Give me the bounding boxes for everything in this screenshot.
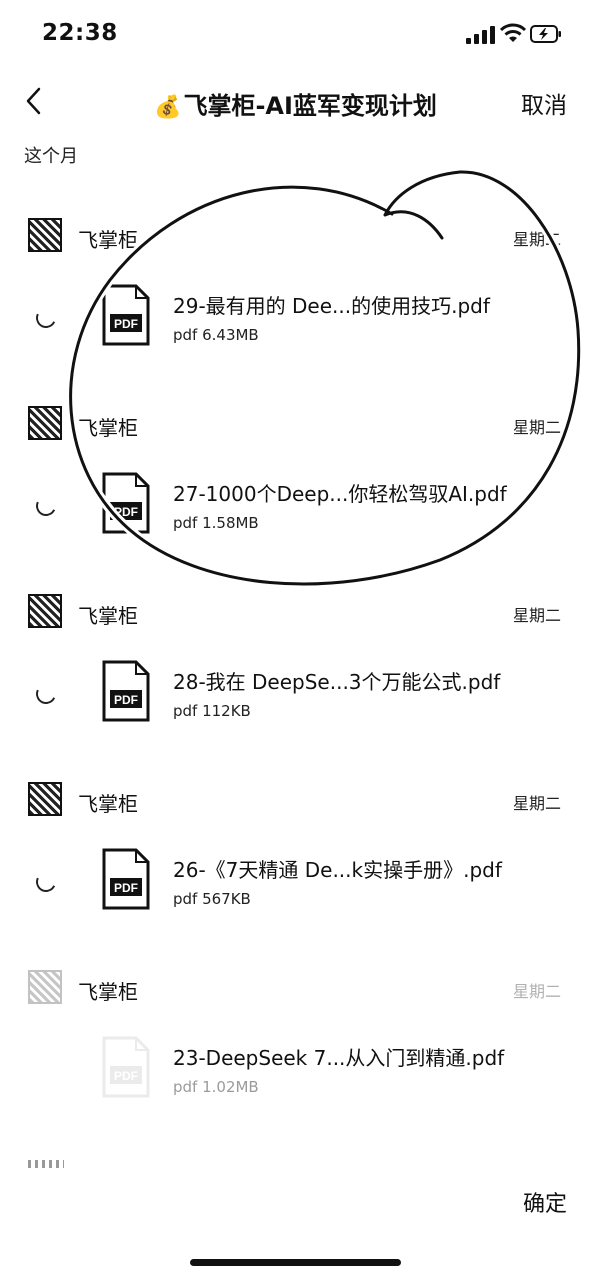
- file-name[interactable]: 29-最有用的 Dee...的使用技巧.pdf: [173, 290, 490, 319]
- section-label-this-month: 这个月: [24, 146, 78, 167]
- sender-avatar[interactable]: [28, 406, 62, 440]
- sender-name: 飞掌柜: [78, 792, 138, 816]
- wifi-icon: [500, 23, 526, 42]
- sender-avatar[interactable]: [28, 594, 62, 628]
- svg-text:PDF: PDF: [114, 317, 138, 331]
- sender-avatar[interactable]: [28, 782, 62, 816]
- confirm-button[interactable]: 确定: [523, 1186, 567, 1218]
- pdf-file-icon[interactable]: PDF: [102, 848, 150, 910]
- svg-text:PDF: PDF: [114, 881, 138, 895]
- file-message[interactable]: 飞掌柜 星期二 PDF 26-《7天精通 De...k实操手册》.pdf pdf…: [0, 782, 591, 970]
- file-message[interactable]: 飞掌柜 星期二 PDF 28-我在 DeepSe...3个万能公式.pdf pd…: [0, 594, 591, 782]
- file-name[interactable]: 23-DeepSeek 7...从入门到精通.pdf: [173, 1042, 504, 1071]
- file-message[interactable]: 飞掌柜 星期二 PDF 27-1000个Deep...你轻松驾驭AI.pdf p…: [0, 406, 591, 594]
- cancel-button[interactable]: 取消: [521, 86, 567, 120]
- pdf-file-icon[interactable]: PDF: [102, 284, 150, 346]
- file-name[interactable]: 26-《7天精通 De...k实操手册》.pdf: [173, 854, 502, 883]
- loading-spinner-icon: [33, 493, 59, 519]
- file-size: pdf 6.43MB: [173, 326, 259, 344]
- file-size: pdf 1.02MB: [173, 1078, 259, 1096]
- status-time: 22:38: [42, 20, 118, 46]
- pdf-file-icon[interactable]: PDF: [102, 660, 150, 722]
- home-indicator[interactable]: [190, 1259, 401, 1266]
- file-message[interactable]: 飞掌柜 星期二 PDF 29-最有用的 Dee...的使用技巧.pdf pdf …: [0, 218, 591, 406]
- file-name[interactable]: 28-我在 DeepSe...3个万能公式.pdf: [173, 666, 500, 695]
- sender-avatar[interactable]: [28, 970, 62, 1004]
- message-day: 星期二: [512, 230, 561, 249]
- sender-name: 飞掌柜: [78, 980, 138, 1004]
- chat-title: 💰飞掌柜-AI蓝军变现计划: [0, 86, 591, 121]
- message-day: 星期二: [512, 606, 561, 625]
- message-day: 星期二: [512, 982, 561, 1001]
- file-size: pdf 1.58MB: [173, 514, 259, 532]
- file-size: pdf 112KB: [173, 702, 251, 720]
- battery-charging-icon: [530, 25, 561, 43]
- money-bag-icon: 💰: [154, 95, 182, 120]
- partial-next-item: [28, 1160, 64, 1168]
- file-name[interactable]: 27-1000个Deep...你轻松驾驭AI.pdf: [173, 478, 507, 507]
- loading-spinner-icon: [33, 305, 59, 331]
- file-message[interactable]: 飞掌柜 星期二 PDF 23-DeepSeek 7...从入门到精通.pdf p…: [0, 970, 591, 1158]
- file-size: pdf 567KB: [173, 890, 251, 908]
- svg-text:PDF: PDF: [114, 693, 138, 707]
- svg-text:PDF: PDF: [114, 505, 138, 519]
- loading-spinner-icon: [33, 869, 59, 895]
- pdf-file-icon[interactable]: PDF: [102, 1036, 150, 1098]
- svg-text:PDF: PDF: [114, 1069, 138, 1083]
- message-day: 星期二: [512, 794, 561, 813]
- sender-name: 飞掌柜: [78, 228, 138, 252]
- loading-spinner-icon: [33, 681, 59, 707]
- cellular-signal-icon: [466, 26, 496, 44]
- sender-name: 飞掌柜: [78, 416, 138, 440]
- sender-name: 飞掌柜: [78, 604, 138, 628]
- message-day: 星期二: [512, 418, 561, 437]
- pdf-file-icon[interactable]: PDF: [102, 472, 150, 534]
- chat-title-text: 飞掌柜-AI蓝军变现计划: [183, 92, 437, 120]
- sender-avatar[interactable]: [28, 218, 62, 252]
